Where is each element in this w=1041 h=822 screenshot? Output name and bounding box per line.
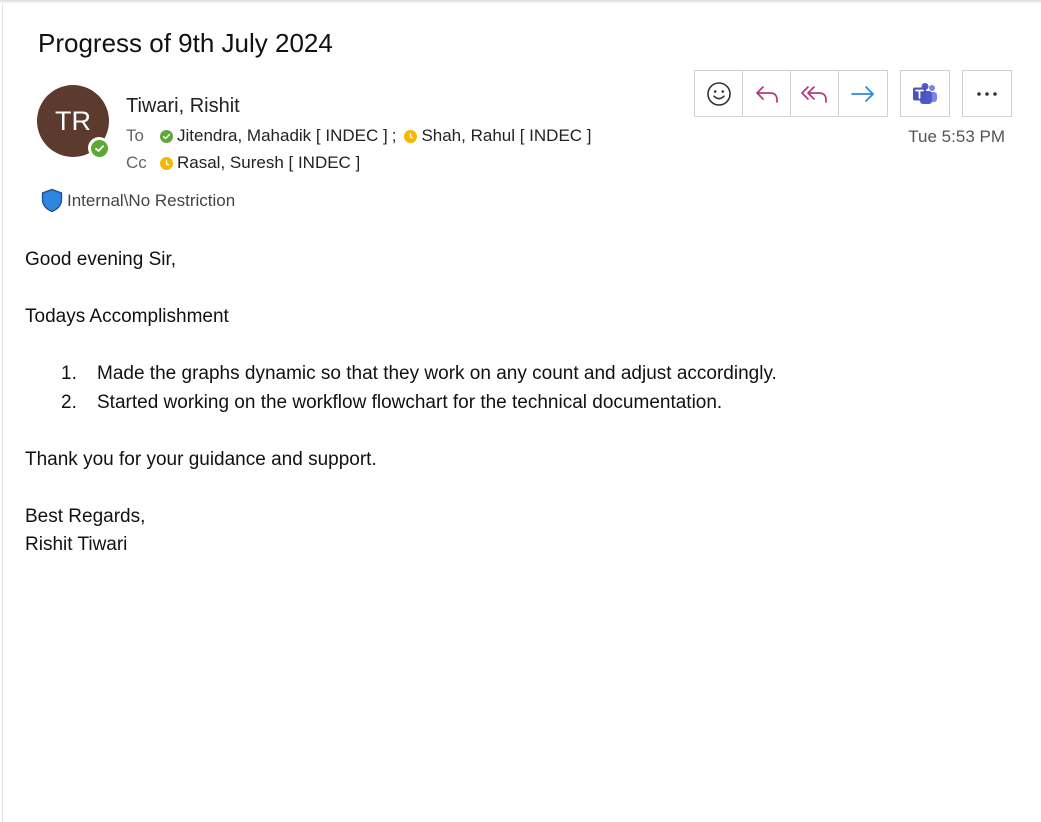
reply-all-button[interactable] — [791, 71, 839, 116]
sensitivity-text: Internal\No Restriction — [67, 190, 236, 210]
accomplishment-list: 1. Made the graphs dynamic so that they … — [25, 360, 777, 417]
recipient-to-1[interactable]: Jitendra, Mahadik [ INDEC ] — [177, 126, 388, 146]
recipient-cc-1[interactable]: Rasal, Suresh [ INDEC ] — [177, 153, 360, 173]
reply-actions-group — [694, 70, 888, 117]
away-clock-icon — [404, 129, 418, 143]
cc-row: Cc Rasal, Suresh [ INDEC ] — [126, 153, 364, 173]
email-body: Good evening Sir, Todays Accomplishment … — [25, 246, 777, 560]
message-actions-toolbar — [694, 70, 1012, 117]
sensitivity-label[interactable]: Internal\No Restriction — [40, 188, 235, 213]
reading-pane-border — [2, 4, 3, 822]
teams-button[interactable] — [901, 71, 949, 116]
email-subject: Progress of 9th July 2024 — [38, 28, 333, 58]
list-item: 1. Made the graphs dynamic so that they … — [25, 360, 777, 389]
reply-button[interactable] — [743, 71, 791, 116]
signature-text: Rishit Tiwari — [25, 534, 128, 555]
available-check-icon — [90, 139, 108, 157]
recipient-separator: ; — [391, 126, 397, 145]
avatar-initials: TR — [55, 105, 91, 136]
window-top-edge — [0, 0, 1041, 4]
list-item: 2. Started working on the workflow flowc… — [25, 389, 777, 418]
away-clock-icon — [160, 156, 173, 170]
to-label: To — [126, 126, 144, 145]
received-timestamp: Tue 5:53 PM — [908, 127, 1005, 146]
thanks-text: Thank you for your guidance and support. — [25, 448, 377, 470]
more-group — [962, 70, 1012, 117]
smiley-icon — [706, 81, 731, 106]
ellipsis-icon — [977, 91, 997, 96]
forward-arrow-icon — [851, 85, 874, 102]
to-row: To Jitendra, Mahadik [ INDEC ] ; Shah, R… — [126, 126, 596, 146]
recipient-to-2[interactable]: Shah, Rahul [ INDEC ] — [421, 126, 591, 146]
shield-icon — [41, 188, 63, 213]
sender-name[interactable]: Tiwari, Rishit — [126, 95, 240, 118]
closing-text: Best Regards, — [25, 505, 146, 527]
section-title: Todays Accomplishment — [25, 306, 229, 327]
available-status-icon — [160, 129, 173, 143]
list-item-text: Started working on the workflow flowchar… — [97, 391, 723, 413]
list-item-text: Made the graphs dynamic so that they wor… — [97, 363, 777, 384]
list-number: 1. — [61, 363, 77, 384]
list-number: 2. — [61, 391, 77, 413]
teams-group — [900, 70, 950, 117]
presence-badge — [88, 137, 110, 159]
greeting-text: Good evening Sir, — [25, 249, 177, 270]
cc-label: Cc — [126, 153, 147, 172]
forward-button[interactable] — [839, 71, 887, 116]
reply-all-icon — [800, 85, 827, 103]
reply-icon — [755, 85, 778, 103]
more-actions-button[interactable] — [963, 71, 1011, 116]
react-button[interactable] — [695, 71, 743, 116]
teams-icon — [913, 82, 937, 104]
